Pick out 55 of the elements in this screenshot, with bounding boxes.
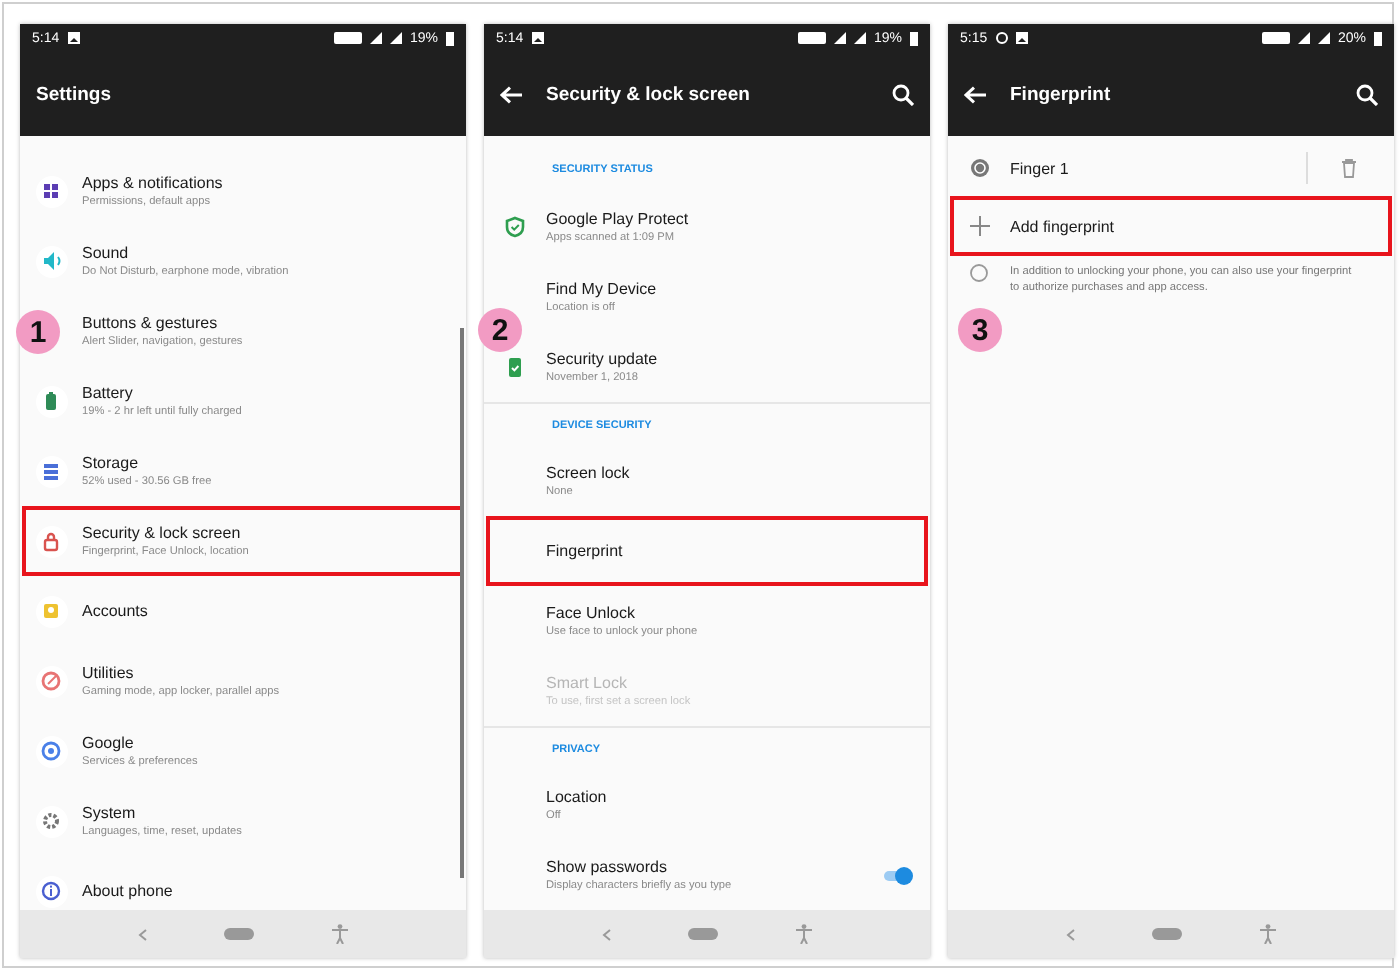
- screen-title: Settings: [36, 83, 113, 105]
- step-number-badge: 1: [16, 310, 60, 354]
- fingerprint-name[interactable]: Finger 1: [1010, 159, 1306, 177]
- setting-title[interactable]: Screen lock: [546, 464, 914, 482]
- setting-title[interactable]: Fingerprint: [546, 542, 914, 560]
- home-nav-icon[interactable]: [688, 928, 719, 940]
- accessibility-icon[interactable]: [331, 924, 348, 944]
- setting-title[interactable]: System: [82, 804, 450, 822]
- plus-icon: [969, 216, 989, 236]
- back-nav-icon[interactable]: [1066, 927, 1077, 941]
- image-notification-icon: [1015, 32, 1028, 44]
- setting-title[interactable]: Sound: [82, 244, 450, 262]
- trash-icon[interactable]: [1340, 158, 1358, 178]
- search-icon[interactable]: [892, 83, 914, 105]
- image-notification-icon: [67, 32, 80, 44]
- setting-title[interactable]: Storage: [82, 454, 450, 472]
- accessibility-icon[interactable]: [795, 924, 812, 944]
- network-badge-icon: [1261, 32, 1290, 44]
- home-nav-icon[interactable]: [1152, 928, 1183, 940]
- image-notification-icon: [531, 32, 544, 44]
- setting-title[interactable]: Buttons & gestures: [82, 314, 450, 332]
- setting-title[interactable]: Find My Device: [546, 280, 914, 298]
- back-arrow-icon[interactable]: [500, 85, 522, 103]
- setting-title[interactable]: Accounts: [82, 602, 450, 620]
- network-badge-icon: [797, 32, 826, 44]
- accessibility-icon[interactable]: [1259, 924, 1276, 944]
- setting-title[interactable]: About phone: [82, 882, 450, 900]
- setting-title[interactable]: Face Unlock: [546, 604, 914, 622]
- setting-title[interactable]: Security & lock screen: [82, 524, 450, 542]
- toggle-switch[interactable]: [882, 865, 914, 885]
- setting-title[interactable]: Apps & notifications: [82, 174, 450, 192]
- info-icon: [970, 264, 988, 282]
- battery-icon: [1374, 31, 1382, 45]
- setting-title[interactable]: Show passwords: [546, 858, 882, 876]
- back-arrow-icon[interactable]: [964, 85, 986, 103]
- screen-title: Fingerprint: [1010, 83, 1113, 105]
- screen-title: Security & lock screen: [546, 83, 752, 105]
- home-nav-icon[interactable]: [224, 928, 255, 940]
- fingerprint-icon: [969, 158, 989, 178]
- search-icon[interactable]: [1356, 83, 1378, 105]
- setting-title[interactable]: Security update: [546, 350, 914, 368]
- setting-title[interactable]: Google Play Protect: [546, 210, 914, 228]
- network-badge-icon: [333, 32, 362, 44]
- notification-icon: [995, 32, 1008, 44]
- step-number-badge: 3: [958, 308, 1002, 352]
- setting-title[interactable]: Location: [546, 788, 914, 806]
- back-nav-icon[interactable]: [138, 927, 149, 941]
- battery-icon: [446, 31, 454, 45]
- add-fingerprint-link[interactable]: Add fingerprint: [1010, 217, 1378, 235]
- step-number-badge: 2: [478, 308, 522, 352]
- setting-title[interactable]: Utilities: [82, 664, 450, 682]
- back-nav-icon[interactable]: [602, 927, 613, 941]
- setting-title[interactable]: Battery: [82, 384, 450, 402]
- battery-icon: [910, 31, 918, 45]
- setting-title[interactable]: Google: [82, 734, 450, 752]
